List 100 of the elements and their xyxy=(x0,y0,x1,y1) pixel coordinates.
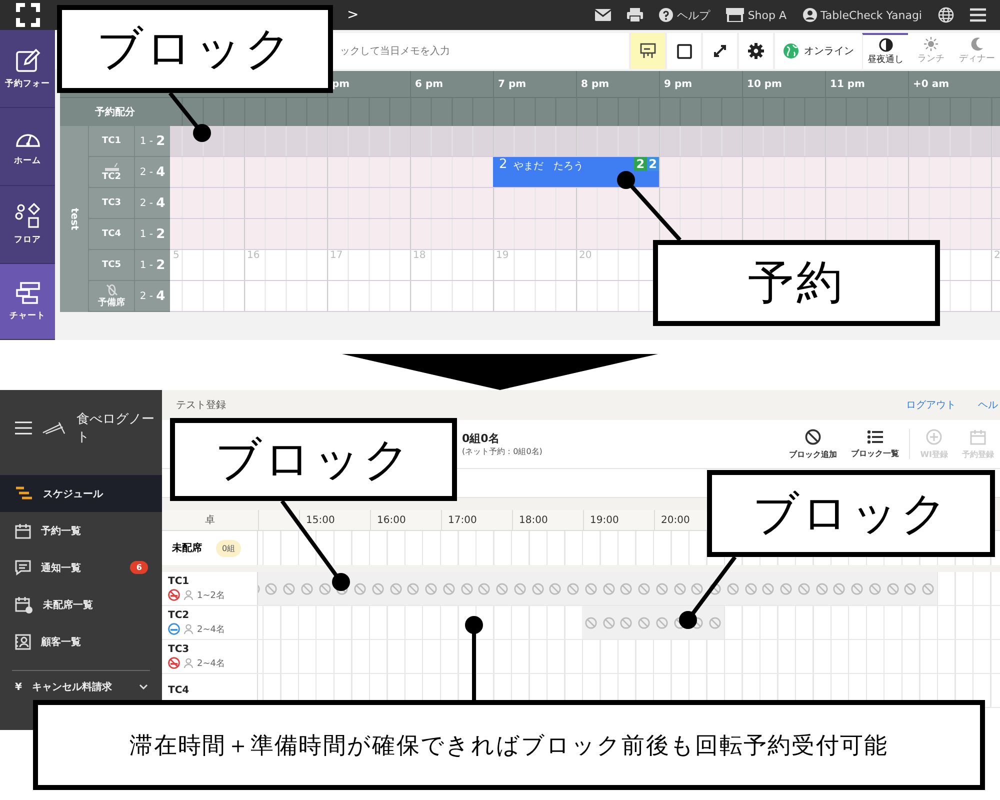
capacity-cell: 2 - 4 xyxy=(135,281,170,312)
expand-icon xyxy=(713,44,727,58)
block-icon xyxy=(674,616,686,628)
toolbar-button[interactable]: ブロック一覧 xyxy=(847,430,904,458)
menu-icon[interactable] xyxy=(970,8,986,22)
hour-label: 8 pm xyxy=(581,78,610,90)
block-icon xyxy=(780,582,792,594)
capacity-cell: 2 - 4 xyxy=(135,157,170,188)
reservation-block[interactable]: 2 やまだ たろう 2 2 xyxy=(493,157,659,187)
allocation-label: 予約配分 xyxy=(94,106,136,120)
service-tab[interactable]: 昼夜通し xyxy=(862,33,908,69)
mail-icon[interactable] xyxy=(594,9,611,21)
store-icon[interactable] xyxy=(726,8,744,22)
nav-item[interactable]: 顧客一覧 xyxy=(0,623,162,660)
block-icon xyxy=(851,582,864,594)
online-status[interactable]: オンライン xyxy=(773,33,862,69)
block-icon xyxy=(656,616,668,628)
breadcrumb: テスト登録 xyxy=(176,399,226,412)
printer-icon[interactable] xyxy=(626,8,643,22)
block-icon xyxy=(602,582,615,594)
block-icon xyxy=(584,616,597,628)
half-circle-icon xyxy=(878,38,892,52)
menu-icon[interactable] xyxy=(15,420,32,434)
toolbar-button[interactable] xyxy=(737,33,773,69)
hour-label: 18:00 xyxy=(519,514,548,526)
memo-field[interactable]: ックして当日メモを入力 xyxy=(336,33,629,69)
logo-icon xyxy=(16,3,40,27)
block-icon xyxy=(514,582,526,594)
block-icon xyxy=(726,582,739,594)
count-badge: 2 xyxy=(646,157,659,171)
toolbar-button[interactable] xyxy=(701,33,737,69)
block-icon xyxy=(744,582,757,594)
hour-label: 7 pm xyxy=(498,78,526,90)
user-icon[interactable] xyxy=(802,8,817,22)
block-icon xyxy=(407,582,420,594)
block-icon xyxy=(602,616,615,628)
hour-label: 15:00 xyxy=(306,514,335,526)
block-icon xyxy=(354,582,366,594)
next-button[interactable]: > xyxy=(347,7,359,23)
block-icon xyxy=(390,582,402,594)
block-icon xyxy=(674,582,686,594)
toolbar-button[interactable] xyxy=(629,33,665,69)
yen-icon: ¥ xyxy=(15,682,22,692)
capacity-cell: 1 - 2 xyxy=(135,126,170,157)
nav-item[interactable]: スケジュール xyxy=(0,475,162,512)
table-name-cell: TC5 xyxy=(88,250,135,281)
block-icon xyxy=(442,582,455,594)
sun-icon xyxy=(924,37,938,51)
block-icon xyxy=(805,428,822,444)
app-logo: 食べログノート xyxy=(76,410,156,446)
hour-number: 16 xyxy=(247,250,260,261)
count-badge: 6 xyxy=(130,561,148,574)
header-link[interactable]: ヘル xyxy=(978,398,998,412)
toolbar-button[interactable]: ブロック追加 xyxy=(785,428,842,460)
block-icon xyxy=(709,582,722,594)
nav-item[interactable]: ¥ キャンセル料請求 xyxy=(0,679,162,695)
table-name: TC1 xyxy=(168,576,190,586)
block-icon xyxy=(638,582,650,594)
schedule-icon xyxy=(15,486,33,502)
help-icon[interactable] xyxy=(658,8,673,22)
area-label: test xyxy=(60,126,88,312)
block-icon xyxy=(886,582,899,594)
hour-label: 6 pm xyxy=(415,78,444,90)
toolbar-button[interactable] xyxy=(665,33,701,69)
capacity-cell: 1 - 2 xyxy=(135,219,170,250)
add-icon xyxy=(926,428,942,444)
block-icon xyxy=(620,582,632,594)
globe-icon[interactable] xyxy=(938,7,954,23)
nav-item[interactable]: 通知一覧 6 xyxy=(0,549,162,586)
nav-item[interactable]: 未配席一覧 xyxy=(0,586,162,623)
block-icon xyxy=(691,582,704,594)
callout-box: ブロック xyxy=(57,5,333,93)
count-badge: 2 xyxy=(634,157,647,171)
table-name: TC3 xyxy=(168,644,190,654)
block-icon xyxy=(496,582,508,594)
capacity-text: 2~4名 xyxy=(197,624,225,636)
nav-item[interactable]: 予約一覧 xyxy=(0,512,162,549)
sidebar-item[interactable]: ホーム xyxy=(0,108,55,186)
block-icon xyxy=(922,582,934,594)
header-link[interactable]: Shop A xyxy=(748,8,787,22)
block-icon xyxy=(549,582,562,594)
capacity-cell: 2 - 4 xyxy=(135,188,170,219)
header-link[interactable]: TableCheck Yanagi xyxy=(820,8,922,22)
hour-label: 11 pm xyxy=(830,78,865,90)
block-icon xyxy=(762,582,774,594)
crossed-icon xyxy=(106,284,118,296)
header-link[interactable]: ログアウト xyxy=(906,398,956,412)
calendar-icon xyxy=(15,522,31,538)
contact-icon xyxy=(15,634,31,650)
header-link[interactable]: ヘルプ xyxy=(676,8,710,22)
hour-number: 2 xyxy=(994,250,1000,261)
hour-number: 20 xyxy=(579,250,592,261)
block-icon xyxy=(656,582,668,594)
block-icon xyxy=(567,582,580,594)
capacity-text: 1~2名 xyxy=(197,590,225,602)
net-count: (ネット予約：0組0名) xyxy=(462,446,542,457)
table-name-cell: TC1 xyxy=(88,126,135,157)
hour-label: +0 am xyxy=(913,78,949,90)
sidebar-item[interactable]: チャート xyxy=(0,264,55,340)
block-icon xyxy=(798,582,810,594)
